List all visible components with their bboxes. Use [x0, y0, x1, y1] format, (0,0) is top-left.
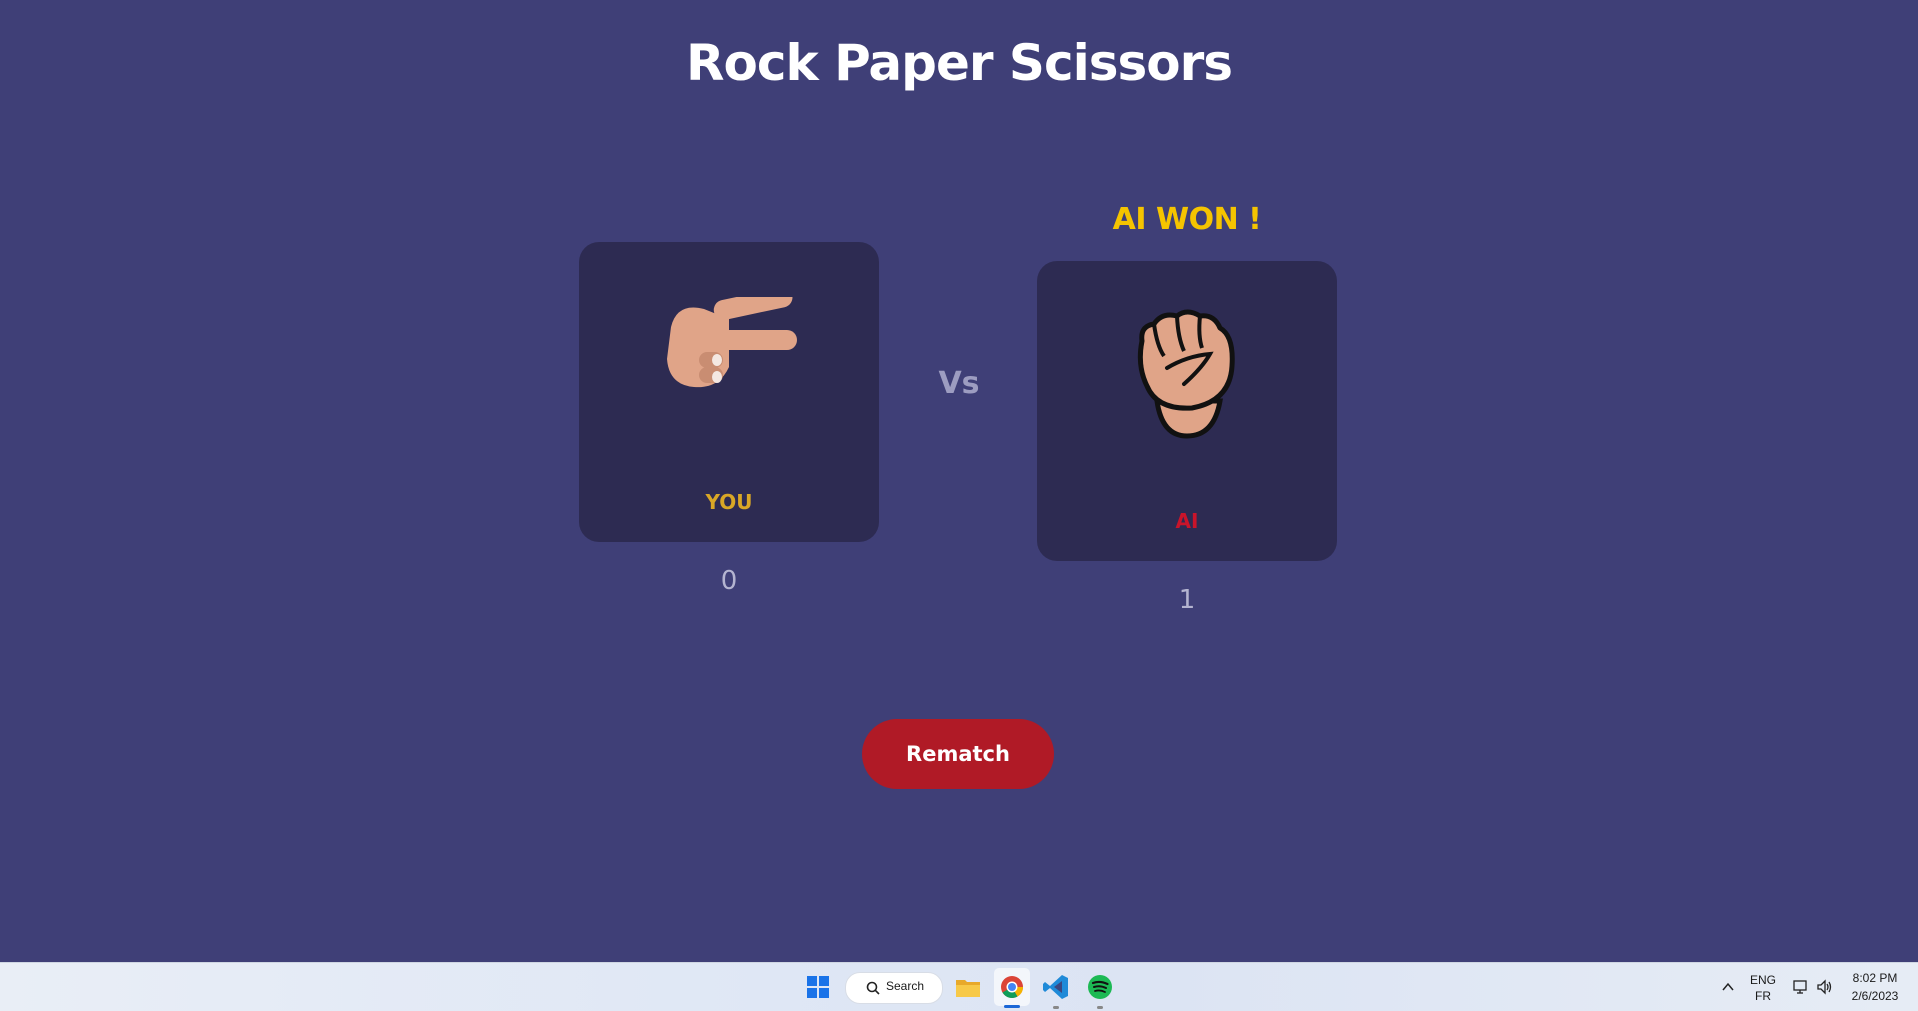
language-bottom: FR [1755, 989, 1771, 1003]
ai-card: AI [1037, 261, 1337, 561]
clock-time: 8:02 PM [1852, 971, 1898, 985]
versus-label: Vs [938, 366, 980, 401]
rematch-button[interactable]: Rematch [862, 719, 1054, 789]
page-title: Rock Paper Scissors [685, 34, 1233, 92]
language-top: ENG [1749, 973, 1776, 987]
search-label: Search [886, 979, 925, 993]
file-explorer-icon[interactable] [952, 971, 984, 1003]
taskbar-search[interactable]: Search [845, 972, 943, 1004]
chrome-active-indicator [1004, 1005, 1020, 1008]
network-icon[interactable] [1792, 978, 1810, 996]
search-icon [866, 981, 880, 995]
player-card: YOU [579, 242, 879, 542]
spotify-running-indicator [1097, 1006, 1103, 1009]
volume-icon[interactable] [1816, 978, 1834, 996]
player-score: 0 [720, 566, 738, 596]
scissors-hand-icon [667, 297, 797, 388]
vscode-icon[interactable] [1040, 971, 1072, 1003]
clock-date: 2/6/2023 [1851, 989, 1899, 1003]
rock-fist-icon [1137, 309, 1235, 439]
taskbar: Search ENG FR 8:02 PM 2/6/2023 [0, 962, 1918, 1011]
ai-score: 1 [1178, 585, 1196, 615]
player-label: YOU [705, 490, 753, 514]
windows-start-icon[interactable] [802, 971, 834, 1003]
clock[interactable]: 8:02 PM 2/6/2023 [1840, 969, 1910, 1007]
spotify-icon[interactable] [1084, 971, 1116, 1003]
show-hidden-icons-chevron-icon[interactable] [1720, 979, 1736, 995]
ai-label: AI [1175, 509, 1199, 533]
vscode-running-indicator [1053, 1006, 1059, 1009]
result-message: AI WON ! [1112, 202, 1262, 237]
language-indicator[interactable]: ENG FR [1746, 971, 1780, 1005]
chrome-icon[interactable] [996, 971, 1028, 1003]
